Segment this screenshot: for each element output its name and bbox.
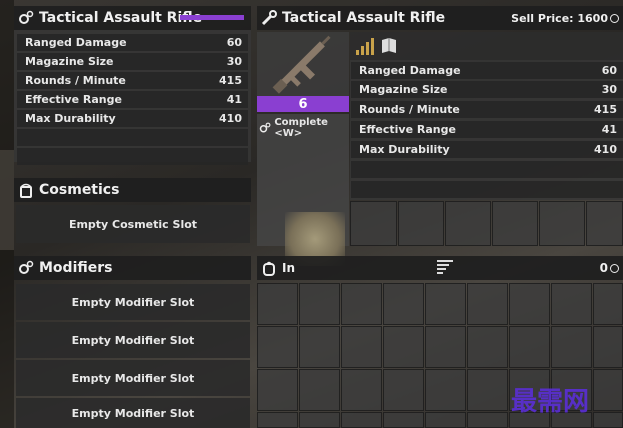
inventory-slot[interactable] xyxy=(383,326,424,368)
complete-button[interactable]: Complete <W> xyxy=(259,117,349,139)
inventory-slot[interactable] xyxy=(341,369,382,411)
inventory-slot[interactable] xyxy=(257,326,298,368)
inventory-slot[interactable] xyxy=(341,326,382,368)
inventory-header: In 0 xyxy=(257,256,623,280)
empty-stat-row xyxy=(351,181,623,198)
complete-label: Complete <W> xyxy=(274,117,328,139)
modifier-slot[interactable]: Empty Modifier Slot xyxy=(16,360,250,396)
quality-level-bar: 6 xyxy=(257,96,349,112)
sell-price-label: Sell Price: 1600 xyxy=(511,11,608,25)
inventory-slot[interactable] xyxy=(593,369,623,411)
cosmetic-slot[interactable]: Empty Cosmetic Slot xyxy=(16,205,250,243)
left-stat-row: Max Durability 410 xyxy=(17,110,248,127)
gears-icon xyxy=(18,260,34,276)
empty-stat-row xyxy=(17,148,248,165)
coin-icon xyxy=(610,263,619,273)
empty-stat-row xyxy=(351,161,623,178)
right-stat-row: Effective Range 41 xyxy=(351,121,623,138)
modifier-slot[interactable]: Empty Modifier Slot xyxy=(16,398,250,428)
book-icon[interactable] xyxy=(379,36,399,56)
inventory-slot[interactable] xyxy=(467,326,508,368)
part-slot[interactable] xyxy=(398,201,444,246)
gears-icon xyxy=(18,10,34,26)
inventory-label: In xyxy=(282,261,296,275)
inventory-slot[interactable] xyxy=(551,283,592,325)
watermark: 最需网 xyxy=(511,387,590,417)
right-stat-row: Magazine Size 30 xyxy=(351,81,623,98)
inventory-slot[interactable] xyxy=(593,326,623,368)
inventory-slot[interactable] xyxy=(299,283,340,325)
part-slot[interactable] xyxy=(445,201,491,246)
tier-icon xyxy=(356,37,374,55)
modifier-slot[interactable]: Empty Modifier Slot xyxy=(16,322,250,358)
part-slot[interactable] xyxy=(539,201,585,246)
backpack-icon xyxy=(261,260,277,276)
inventory-slot[interactable] xyxy=(383,369,424,411)
inventory-slot[interactable] xyxy=(509,283,550,325)
inventory-slot[interactable] xyxy=(425,369,466,411)
inventory-slot[interactable] xyxy=(257,369,298,411)
modifiers-title: Modifiers xyxy=(39,260,113,276)
inventory-slot[interactable] xyxy=(383,412,424,428)
empty-stat-row xyxy=(17,129,248,146)
right-item-header: Tactical Assault Rifle Sell Price: 1600 xyxy=(257,6,623,30)
right-stat-row: Rounds / Minute 415 xyxy=(351,101,623,118)
inventory-slot[interactable] xyxy=(467,369,508,411)
right-stat-row: Ranged Damage 60 xyxy=(351,62,623,79)
assault-rifle-icon xyxy=(272,35,331,94)
modifier-slot[interactable]: Empty Modifier Slot xyxy=(16,284,250,320)
wrench-icon xyxy=(261,10,277,26)
inventory-slot[interactable] xyxy=(257,412,298,428)
inventory-slot[interactable] xyxy=(425,283,466,325)
cosmetics-title: Cosmetics xyxy=(39,182,120,198)
item-preview xyxy=(257,32,349,96)
modifiers-header: Modifiers xyxy=(14,256,251,280)
inventory-slot[interactable] xyxy=(299,326,340,368)
inventory-slot[interactable] xyxy=(299,412,340,428)
left-stat-row: Magazine Size 30 xyxy=(17,53,248,70)
part-slot[interactable] xyxy=(492,201,538,246)
inventory-slot[interactable] xyxy=(509,326,550,368)
inventory-slot[interactable] xyxy=(593,283,623,325)
inventory-slot[interactable] xyxy=(383,283,424,325)
left-item-title: Tactical Assault Rifle xyxy=(39,10,203,26)
quality-bar xyxy=(180,15,244,20)
inventory-slot[interactable] xyxy=(425,326,466,368)
coin-icon xyxy=(610,13,619,23)
inventory-slot[interactable] xyxy=(467,412,508,428)
inventory-slot[interactable] xyxy=(341,283,382,325)
quality-level: 6 xyxy=(298,96,308,112)
part-slot[interactable] xyxy=(586,201,623,246)
sort-icon[interactable] xyxy=(437,260,453,276)
gears-icon xyxy=(259,122,271,134)
inventory-slot[interactable] xyxy=(467,283,508,325)
inventory-currency: 0 xyxy=(599,261,608,275)
left-stat-row: Rounds / Minute 415 xyxy=(17,72,248,89)
cosmetics-header: Cosmetics xyxy=(14,178,251,202)
left-stat-row: Effective Range 41 xyxy=(17,91,248,108)
inventory-slot[interactable] xyxy=(341,412,382,428)
left-stat-row: Ranged Damage 60 xyxy=(17,34,248,51)
inventory-slot[interactable] xyxy=(593,412,623,428)
paint-can-icon xyxy=(18,182,34,198)
inventory-slot[interactable] xyxy=(257,283,298,325)
right-item-title: Tactical Assault Rifle xyxy=(282,10,446,26)
right-stat-row: Max Durability 410 xyxy=(351,141,623,158)
part-slot[interactable] xyxy=(350,201,397,246)
inventory-slot[interactable] xyxy=(551,326,592,368)
inventory-slot[interactable] xyxy=(425,412,466,428)
inventory-slot[interactable] xyxy=(299,369,340,411)
